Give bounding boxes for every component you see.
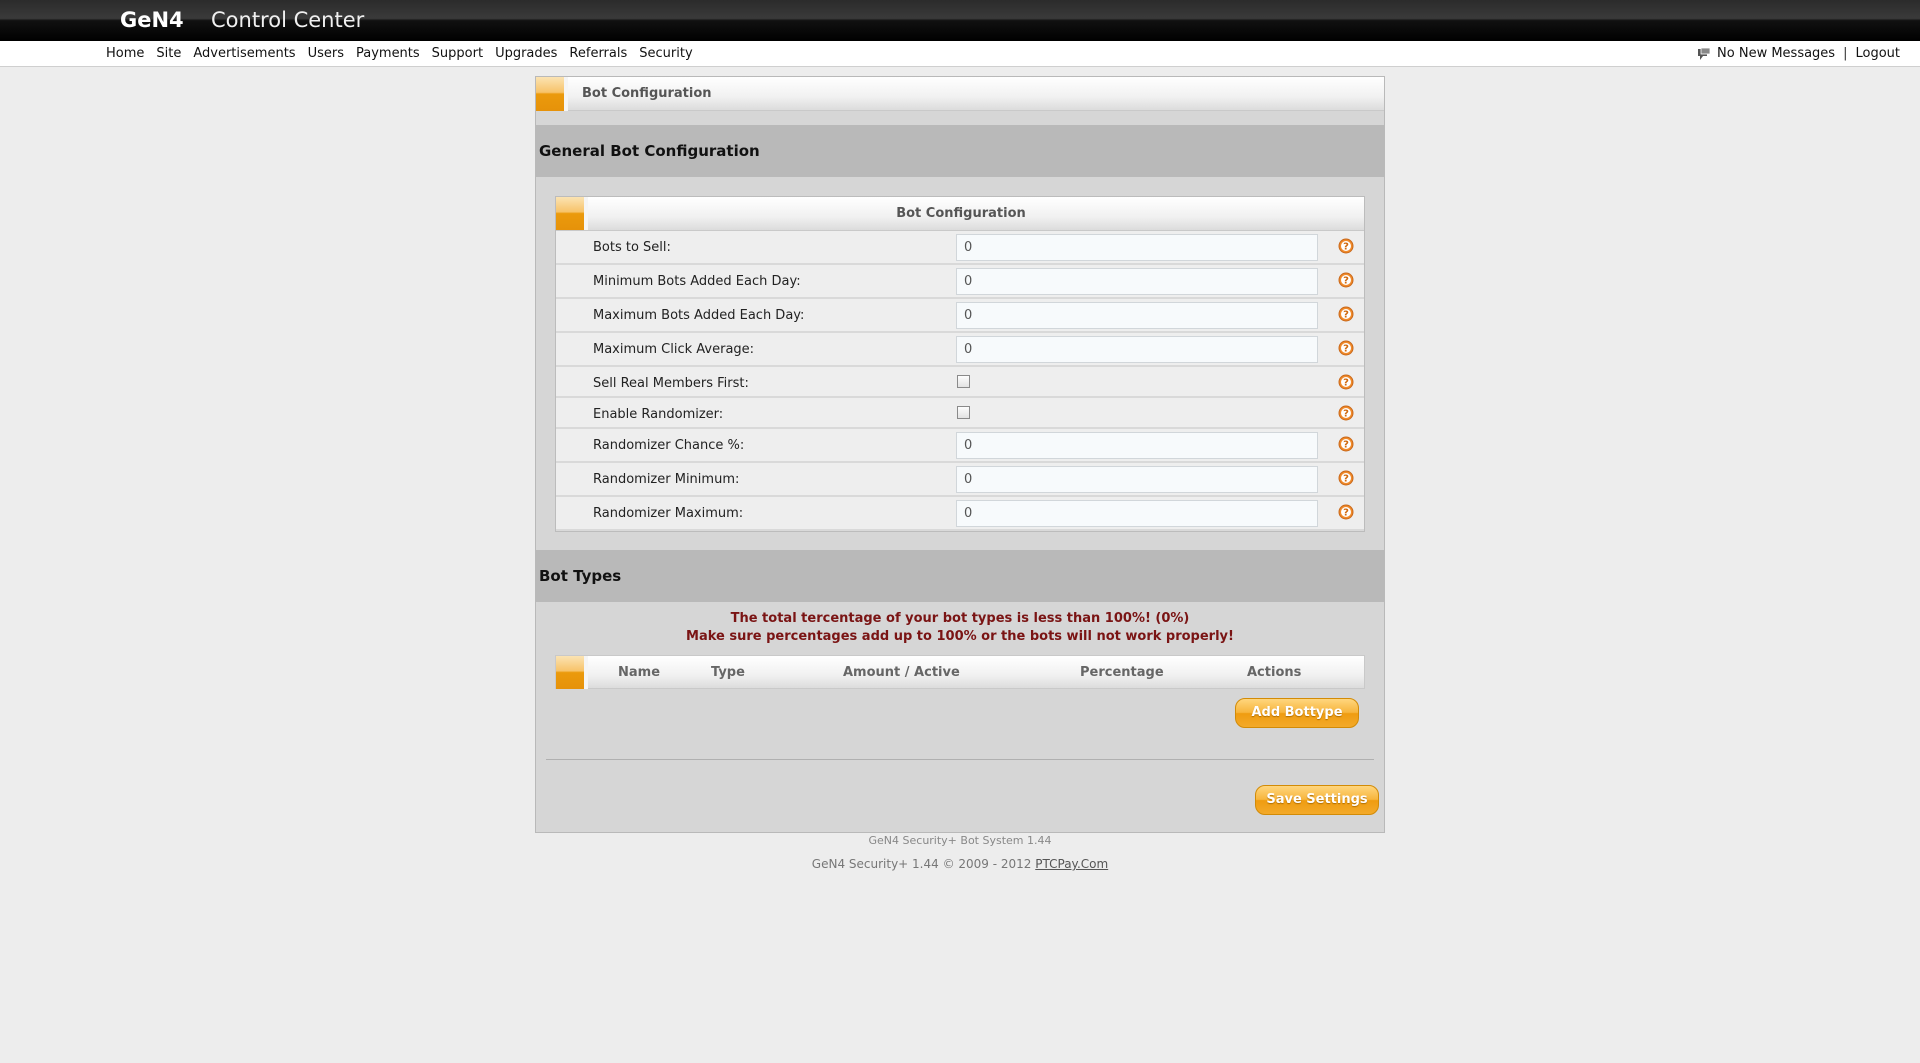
main-nav-bar: Home Site Advertisements Users Payments Suppo…: [0, 41, 1920, 67]
warning-line-2: Make sure percentages add up to 100% or …: [686, 629, 1234, 644]
nav-item-referrals[interactable]: Referrals: [569, 46, 627, 61]
brand-logo: GeN4: [120, 8, 184, 32]
col-type: Type: [711, 665, 745, 680]
svg-text:?: ?: [1343, 344, 1349, 355]
bot-config-table-title: Bot Configuration: [896, 206, 1026, 221]
config-row-randomizer-maximum: Randomizer Maximum: 0?: [556, 497, 1364, 531]
panel-title: Bot Configuration: [582, 86, 712, 101]
panel-divider: [546, 759, 1374, 760]
field-label: Maximum Bots Added Each Day:: [593, 308, 805, 323]
bot-config-table: Bot Configuration Bots to Sell: 0? Minimum…: [555, 196, 1365, 532]
add-bottype-button[interactable]: Add Bottype: [1235, 698, 1359, 728]
field-label: Randomizer Maximum:: [593, 506, 744, 521]
general-section-header: General Bot Configuration: [536, 125, 1384, 177]
bot-types-table-header: Name Type Amount / Active Percentage Act…: [555, 655, 1365, 689]
config-rows: Bots to Sell: 0? Minimum Bots Added Each D…: [556, 231, 1364, 531]
config-row-minimum-bots-added-each-day: Minimum Bots Added Each Day: 0?: [556, 265, 1364, 299]
top-header-bar: GeN4 Control Center: [0, 0, 1920, 41]
footer-version: GeN4 Security+ Bot System 1.44: [868, 834, 1052, 847]
nav-right: No New Messages | Logout: [1697, 46, 1900, 61]
help-icon[interactable]: ?: [1338, 470, 1354, 486]
config-row-randomizer-chance: Randomizer Chance %: 0?: [556, 429, 1364, 463]
config-row-sell-real-members-first: Sell Real Members First:?: [556, 367, 1364, 398]
help-icon[interactable]: ?: [1338, 272, 1354, 288]
svg-text:?: ?: [1343, 242, 1349, 253]
panel-tab-marker: [536, 77, 568, 111]
footer-copyright-text: GeN4 Security+ 1.44 © 2009 - 2012: [811, 857, 1032, 871]
svg-text:?: ?: [1343, 378, 1349, 389]
types-tab-marker: [556, 656, 588, 689]
randomizer-chance-input[interactable]: 0: [956, 432, 1318, 459]
nav-item-advertisements[interactable]: Advertisements: [193, 46, 295, 61]
messages-icon[interactable]: [1697, 47, 1711, 61]
bot-types-section-title: Bot Types: [539, 567, 622, 585]
randomizer-maximum-input[interactable]: 0: [956, 500, 1318, 527]
bot-configuration-panel: Bot Configuration General Bot Configurat…: [535, 76, 1385, 833]
help-icon[interactable]: ?: [1338, 306, 1354, 322]
nav-separator: |: [1843, 46, 1848, 61]
logout-link[interactable]: Logout: [1855, 46, 1900, 61]
col-percentage: Percentage: [1080, 665, 1164, 680]
config-row-bots-to-sell: Bots to Sell: 0?: [556, 231, 1364, 265]
bots-to-sell-input[interactable]: 0: [956, 234, 1318, 261]
help-icon[interactable]: ?: [1338, 238, 1354, 254]
maximum-bots-added-each-day-input[interactable]: 0: [956, 302, 1318, 329]
config-row-maximum-click-average: Maximum Click Average: 0?: [556, 333, 1364, 367]
field-label: Sell Real Members First:: [593, 376, 749, 391]
messages-link[interactable]: No New Messages: [1717, 46, 1835, 61]
svg-text:?: ?: [1343, 508, 1349, 519]
enable-randomizer-checkbox[interactable]: [957, 406, 970, 419]
field-label: Bots to Sell:: [593, 240, 671, 255]
help-icon[interactable]: ?: [1338, 340, 1354, 356]
col-actions: Actions: [1247, 665, 1302, 680]
sell-real-members-first-checkbox[interactable]: [957, 375, 970, 388]
bot-types-warning: The total tercentage of your bot types i…: [536, 610, 1384, 646]
brand-subtitle: Control Center: [211, 8, 365, 32]
bot-config-table-header: Bot Configuration: [556, 197, 1364, 231]
randomizer-minimum-input[interactable]: 0: [956, 466, 1318, 493]
col-amount-active: Amount / Active: [843, 665, 960, 680]
nav-item-home[interactable]: Home: [106, 46, 144, 61]
nav-item-users[interactable]: Users: [308, 46, 344, 61]
help-icon[interactable]: ?: [1338, 436, 1354, 452]
svg-text:?: ?: [1343, 474, 1349, 485]
general-section-title: General Bot Configuration: [539, 142, 760, 160]
field-label: Enable Randomizer:: [593, 407, 724, 422]
footer-ptcpay-link[interactable]: PTCPay.Com: [1035, 857, 1108, 871]
config-row-enable-randomizer: Enable Randomizer:?: [556, 398, 1364, 429]
maximum-click-average-input[interactable]: 0: [956, 336, 1318, 363]
help-icon[interactable]: ?: [1338, 504, 1354, 520]
save-settings-button[interactable]: Save Settings: [1255, 785, 1379, 815]
config-row-maximum-bots-added-each-day: Maximum Bots Added Each Day: 0?: [556, 299, 1364, 333]
minimum-bots-added-each-day-input[interactable]: 0: [956, 268, 1318, 295]
nav-item-payments[interactable]: Payments: [356, 46, 420, 61]
nav-item-support[interactable]: Support: [432, 46, 483, 61]
config-row-randomizer-minimum: Randomizer Minimum: 0?: [556, 463, 1364, 497]
svg-text:?: ?: [1343, 276, 1349, 287]
svg-text:?: ?: [1343, 409, 1349, 420]
field-label: Maximum Click Average:: [593, 342, 755, 357]
nav-menu: Home Site Advertisements Users Payments Suppo…: [106, 46, 705, 61]
nav-item-security[interactable]: Security: [639, 46, 692, 61]
col-name: Name: [618, 665, 661, 680]
panel-header: Bot Configuration: [536, 77, 1384, 111]
help-icon[interactable]: ?: [1338, 405, 1354, 421]
warning-line-1: The total tercentage of your bot types i…: [730, 611, 1190, 626]
svg-text:?: ?: [1343, 440, 1349, 451]
help-icon[interactable]: ?: [1338, 374, 1354, 390]
footer-copyright: GeN4 Security+ 1.44 © 2009 - 2012 PTCPay…: [535, 857, 1385, 871]
field-label: Randomizer Chance %:: [593, 438, 745, 453]
svg-text:?: ?: [1343, 310, 1349, 321]
nav-item-site[interactable]: Site: [156, 46, 181, 61]
bot-types-section-header: Bot Types: [536, 550, 1384, 602]
field-label: Minimum Bots Added Each Day:: [593, 274, 801, 289]
nav-item-upgrades[interactable]: Upgrades: [495, 46, 557, 61]
field-label: Randomizer Minimum:: [593, 472, 740, 487]
